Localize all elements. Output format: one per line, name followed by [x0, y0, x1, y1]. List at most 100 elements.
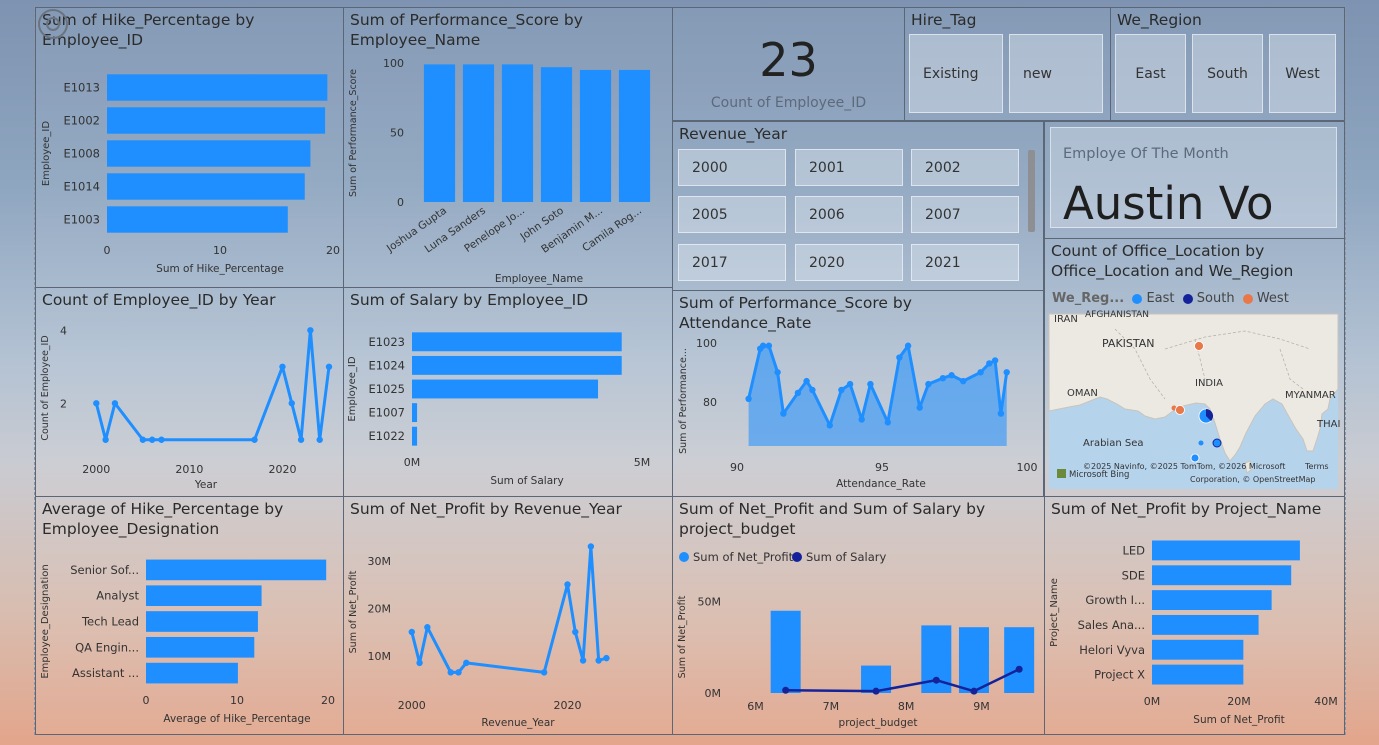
category-label: E1025	[368, 382, 405, 396]
y-axis-label: Employee_Designation	[40, 564, 51, 678]
category-label: E1013	[63, 81, 100, 95]
kpi-card[interactable]: 23 Count of Employee_ID	[672, 7, 905, 121]
data-point	[297, 436, 305, 443]
map-credits-line2: Corporation, © OpenStreetMap	[1190, 475, 1315, 484]
data-point	[408, 628, 415, 636]
data-point	[447, 669, 454, 676]
performance-by-attendance-chart[interactable]: Sum of Performance_Score by Attendance_R…	[672, 290, 1044, 497]
y-tick-label: 0	[397, 196, 404, 209]
y-tick-label: 20M	[368, 602, 392, 615]
data-point	[780, 410, 787, 417]
bar	[1152, 565, 1292, 586]
profit-salary-by-budget-chart[interactable]: Sum of Net_Profit and Sum of Salary by p…	[672, 496, 1045, 735]
data-point	[416, 659, 423, 667]
data-point	[904, 342, 912, 349]
profit-by-project-chart[interactable]: Sum of Net_Profit by Project_Name LED SDE…	[1044, 496, 1345, 735]
x-tick-label: 7M	[823, 700, 840, 713]
map-canvas[interactable]: IRAN AFGHANISTAN PAKISTAN INDIA OMAN MYA…	[1045, 239, 1345, 497]
year-option[interactable]: 2002	[911, 149, 1019, 186]
bar	[1152, 639, 1244, 660]
profit-salary-by-budget-plot: Sum of Net_Profit Sum of Salary 6M 7M 8M 9M 0M…	[677, 550, 1035, 729]
series-line	[94, 328, 331, 442]
data-point	[307, 327, 314, 334]
bar	[146, 662, 238, 684]
year-option[interactable]: 2001	[795, 149, 903, 186]
revenue-year-slicer[interactable]: Revenue_Year 2000 2001 2002 2005 2006 20…	[672, 121, 1044, 291]
office-location-map[interactable]: Count of Office_Location by Office_Locat…	[1044, 238, 1345, 497]
x-axis-label: Average of Hike_Percentage	[163, 713, 310, 725]
slicer-scrollbar[interactable]	[1028, 150, 1035, 232]
region-slicer[interactable]: We_Region East South West	[1110, 7, 1345, 121]
profit-by-year-chart[interactable]: Sum of Net_Profit by Revenue_Year 2000 20…	[343, 496, 673, 735]
y-axis-label: Count of Employee_ID	[40, 335, 51, 440]
x-tick-label: 5M	[634, 456, 651, 469]
region-option-west[interactable]: West	[1269, 34, 1336, 113]
region-option-east[interactable]: East	[1115, 34, 1186, 113]
year-option[interactable]: 2000	[678, 149, 786, 186]
y-axis-label: Sum of Performance_Score	[348, 69, 359, 197]
year-option[interactable]: 2006	[795, 196, 903, 233]
data-point	[884, 419, 891, 426]
bing-logo-icon	[1057, 469, 1066, 478]
data-point	[925, 380, 932, 388]
data-point	[111, 400, 119, 407]
kpi-value: 23	[759, 33, 818, 87]
bar	[412, 332, 622, 352]
hire-tag-slicer[interactable]: Hire_Tag Existing new	[904, 7, 1111, 121]
bar	[1004, 627, 1035, 693]
hire-tag-option-existing[interactable]: Existing	[909, 34, 1003, 113]
avg-hike-by-designation-chart[interactable]: Average of Hike_Percentage by Employee_D…	[35, 496, 344, 735]
hire-tag-option-new[interactable]: new	[1009, 34, 1103, 113]
data-point	[794, 389, 802, 397]
category-label: QA Engin...	[75, 640, 139, 654]
salary-by-employee-chart[interactable]: Sum of Salary by Employee_ID E1023 E1024 E…	[343, 287, 673, 497]
performance-by-name-chart[interactable]: Sum of Performance_Score by Employee_Nam…	[343, 7, 673, 288]
map-point-east[interactable]	[1198, 440, 1204, 446]
category-label: E1024	[368, 358, 405, 372]
bar	[146, 611, 258, 632]
year-option[interactable]: 2007	[911, 196, 1019, 233]
map-point-east[interactable]	[1212, 438, 1222, 448]
data-point	[867, 380, 874, 388]
year-option[interactable]: 2021	[911, 244, 1019, 281]
x-axis-label: Revenue_Year	[481, 717, 555, 729]
data-point	[977, 369, 984, 376]
x-axis-label: Sum of Hike_Percentage	[156, 263, 284, 275]
data-point	[279, 363, 286, 370]
x-tick-label: 20	[326, 244, 340, 257]
map-label-arabian-sea: Arabian Sea	[1083, 438, 1143, 449]
x-tick-label: 0M	[1144, 695, 1161, 708]
region-option-south[interactable]: South	[1192, 34, 1263, 113]
y-tick-label: 100	[696, 337, 717, 350]
map-terms-link[interactable]: Terms	[1304, 462, 1329, 471]
map-point-west[interactable]	[1175, 405, 1185, 415]
employee-of-month-card[interactable]: Employe Of The Month Austin Vo	[1044, 121, 1345, 239]
map-point-east[interactable]	[1190, 453, 1200, 463]
count-by-year-chart[interactable]: Count of Employee_ID by Year 2000 2010 202…	[35, 287, 344, 497]
x-axis-label: project_budget	[839, 717, 918, 729]
bar	[412, 403, 418, 423]
data-point	[139, 436, 147, 443]
data-point	[991, 357, 999, 364]
x-tick-label: 2000	[398, 699, 426, 712]
y-axis-label: Sum of Net_Profit	[348, 570, 359, 653]
y-axis-label: Sum of Net_Profit	[677, 595, 688, 678]
x-tick-label: 0	[104, 244, 111, 257]
data-point	[288, 400, 295, 407]
x-tick-label: 20	[321, 694, 335, 707]
category-label: E1003	[63, 213, 100, 227]
map-point-west[interactable]	[1194, 341, 1204, 351]
y-tick-label: 30M	[368, 555, 392, 568]
data-point	[803, 377, 810, 385]
salary-point	[1015, 665, 1023, 673]
data-point	[997, 410, 1005, 417]
bar	[107, 140, 311, 167]
year-option[interactable]: 2005	[678, 196, 786, 233]
x-axis-label: Sum of Net_Profit	[1193, 714, 1284, 726]
x-tick-label: 0	[143, 694, 150, 707]
hike-by-employee-chart[interactable]: Sum of Hike_Percentage by Employee_ID E1…	[35, 7, 344, 288]
year-option[interactable]: 2017	[678, 244, 786, 281]
data-point	[759, 342, 767, 349]
bar	[412, 379, 599, 399]
year-option[interactable]: 2020	[795, 244, 903, 281]
